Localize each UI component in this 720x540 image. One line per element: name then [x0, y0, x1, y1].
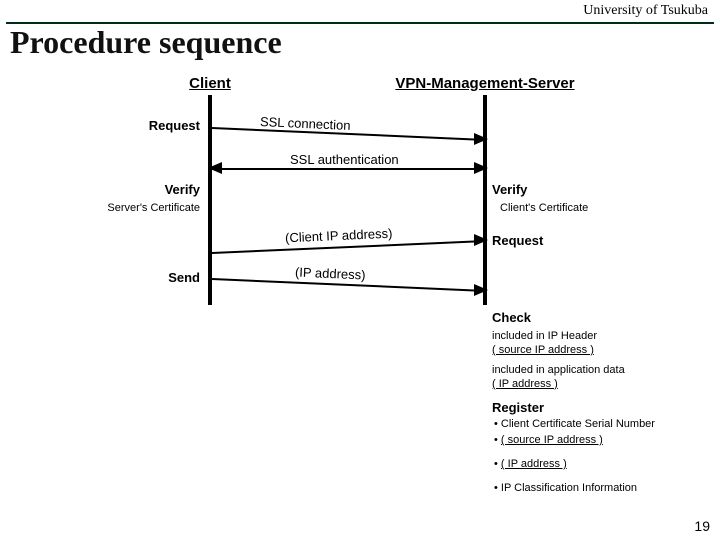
register-bullet-4: • IP Classification Information — [494, 482, 637, 496]
register-bullet-2-text: ( source IP address ) — [501, 434, 603, 446]
arrowhead-ssl-auth-left — [208, 162, 222, 174]
right-event-register: Register — [492, 400, 544, 415]
arrowhead-ip-addr — [474, 284, 488, 296]
msg-ssl-auth: SSL authentication — [290, 152, 399, 167]
right-event-check: Check — [492, 310, 531, 325]
column-header-server: VPN-Management-Server — [380, 75, 590, 92]
register-bullet-2: • ( source IP address ) — [494, 434, 603, 448]
arrowhead-ssl-auth-right — [474, 162, 488, 174]
register-bullet-1: • Client Certificate Serial Number — [494, 418, 655, 432]
check-note-1: included in IP Header ( source IP addres… — [492, 330, 597, 358]
institution-name: University of Tsukuba — [583, 3, 708, 18]
column-header-client: Client — [160, 75, 260, 92]
right-event-verify: Verify — [492, 182, 527, 197]
check-note-2: included in application data ( IP addres… — [492, 364, 625, 392]
check-note2-line2: ( IP address ) — [492, 378, 558, 390]
check-note1-line2: ( source IP address ) — [492, 344, 594, 356]
register-bullet-3-prefix: • — [494, 458, 501, 470]
arrow-ssl-auth — [212, 168, 483, 170]
right-client-cert: Client's Certificate — [500, 202, 588, 214]
institution-header: University of Tsukuba — [0, 0, 720, 24]
arrowhead-ssl-connection — [474, 133, 488, 145]
msg-client-ip: (Client IP address) — [285, 226, 393, 246]
register-bullet-3-text: ( IP address ) — [501, 458, 567, 470]
right-event-request: Request — [492, 233, 543, 248]
arrowhead-client-ip — [474, 234, 488, 246]
left-event-send: Send — [40, 270, 200, 285]
slide-number: 19 — [694, 518, 710, 534]
register-bullet-2-prefix: • — [494, 434, 501, 446]
register-bullet-3: • ( IP address ) — [494, 458, 567, 472]
lifeline-server — [483, 95, 487, 305]
left-event-verify: Verify — [40, 182, 200, 197]
check-note1-line1: included in IP Header — [492, 330, 597, 342]
slide-title: Procedure sequence — [10, 24, 282, 61]
lifeline-client — [208, 95, 212, 305]
left-server-cert: Server's Certificate — [70, 202, 200, 214]
check-note2-line1: included in application data — [492, 364, 625, 376]
msg-ip-addr: (IP address) — [295, 264, 366, 282]
left-event-request: Request — [40, 118, 200, 133]
